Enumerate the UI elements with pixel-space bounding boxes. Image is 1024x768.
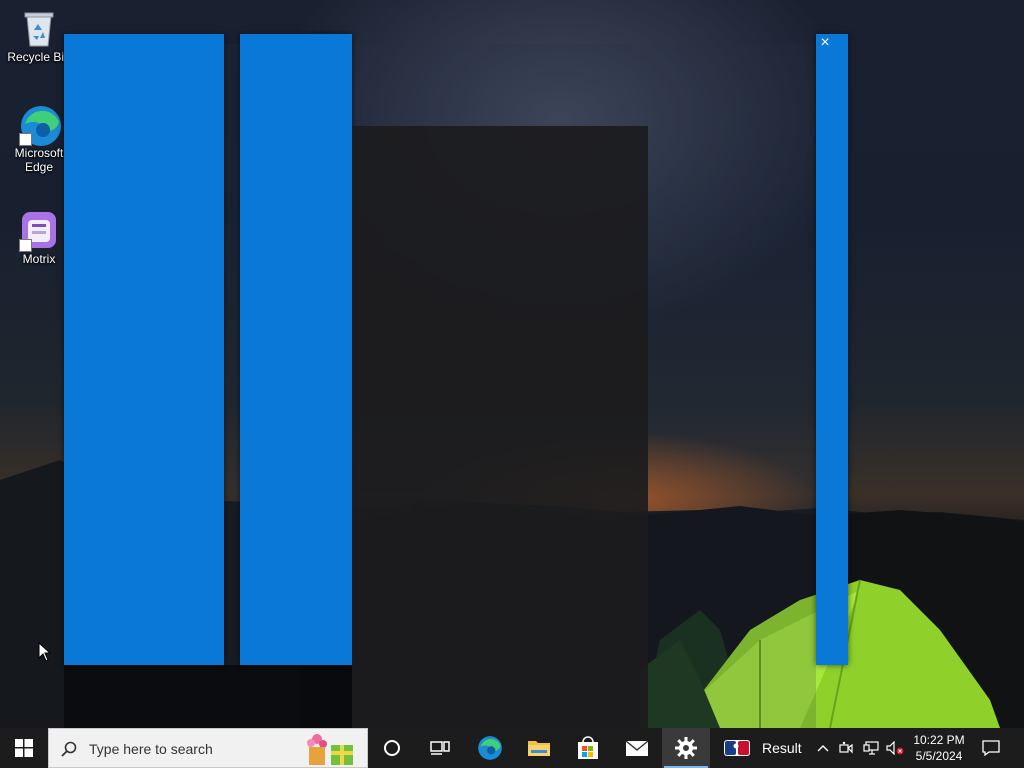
gear-icon	[675, 737, 697, 759]
snap-zone-right[interactable]	[816, 34, 848, 665]
show-hidden-icons-button[interactable]	[814, 728, 832, 768]
edge-icon	[478, 736, 502, 760]
snap-zone-left[interactable]	[64, 34, 224, 665]
search-placeholder: Type here to search	[89, 741, 213, 757]
taskbar-microsoft-store[interactable]	[564, 728, 612, 768]
taskbar-edge[interactable]	[466, 728, 514, 768]
window-preview-panel[interactable]	[352, 126, 648, 728]
cortana-button[interactable]	[370, 728, 414, 768]
circle-icon	[384, 740, 400, 756]
start-button[interactable]	[0, 728, 48, 768]
taskbar-mail[interactable]	[613, 728, 661, 768]
mlb-logo-icon	[724, 740, 750, 756]
shortcut-arrow-icon	[19, 239, 32, 252]
edge-icon	[19, 104, 61, 146]
windows-logo-icon	[15, 739, 33, 757]
chevron-up-icon	[817, 745, 829, 752]
search-box[interactable]: Type here to search	[48, 728, 368, 768]
search-highlight-gift-icon	[307, 734, 353, 765]
desktop-icon-label: Microsoft Edge	[14, 146, 64, 174]
mail-icon	[625, 740, 649, 756]
taskbar-settings[interactable]	[662, 728, 710, 768]
tray-meet-now[interactable]	[836, 728, 856, 768]
shortcut-arrow-icon	[19, 133, 32, 146]
news-widget[interactable]: Result	[724, 728, 806, 768]
pane-shadow	[64, 665, 352, 728]
taskbar-file-explorer[interactable]	[515, 728, 563, 768]
speaker-muted-icon	[886, 741, 904, 755]
network-icon	[863, 741, 879, 755]
tray-network[interactable]	[860, 728, 882, 768]
recycle-bin-icon	[19, 8, 59, 48]
webcam-icon	[839, 741, 853, 754]
clock-date: 5/5/2024	[915, 749, 963, 763]
clock-time: 10:22 PM	[913, 733, 965, 747]
news-widget-label: Result	[762, 740, 802, 756]
close-button[interactable]: ×	[816, 34, 834, 52]
snap-zone-middle[interactable]	[240, 34, 352, 665]
folder-icon	[528, 741, 550, 756]
motrix-icon	[19, 210, 59, 252]
taskbar: Type here to search Result 10:22 PM 5/5/…	[0, 728, 1024, 768]
task-view-icon	[430, 741, 450, 755]
store-icon	[578, 736, 598, 759]
taskbar-clock[interactable]: 10:22 PM 5/5/2024	[908, 732, 970, 764]
notification-icon	[982, 740, 1000, 756]
tray-volume-muted[interactable]	[884, 728, 906, 768]
action-center-button[interactable]	[976, 728, 1006, 768]
task-view-button[interactable]	[416, 728, 464, 768]
mouse-cursor-icon	[38, 642, 52, 662]
search-icon	[61, 741, 77, 757]
